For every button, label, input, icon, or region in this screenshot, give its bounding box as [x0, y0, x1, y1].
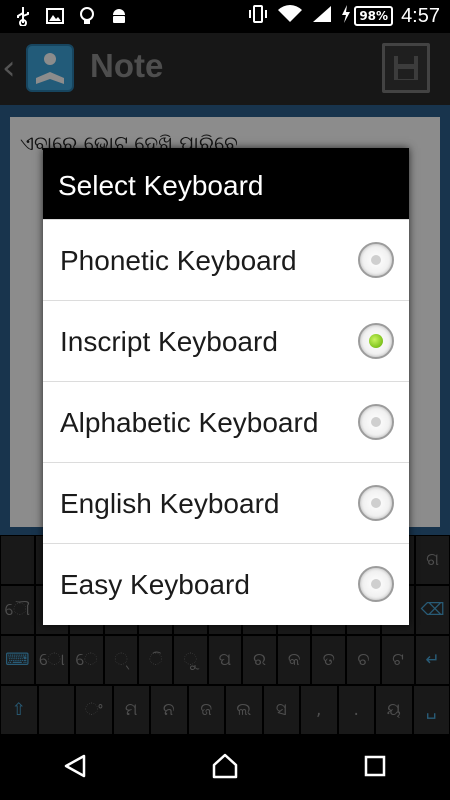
- option-label: Alphabetic Keyboard: [60, 407, 319, 438]
- radio-button[interactable]: [358, 242, 394, 278]
- option-label: Easy Keyboard: [60, 569, 250, 600]
- wifi-icon: [277, 4, 303, 28]
- signal-icon: [311, 4, 333, 28]
- notification-icons: [14, 6, 128, 27]
- radio-button[interactable]: [358, 404, 394, 440]
- status-bar: 98% 4:57: [0, 0, 450, 33]
- usb-icon: [14, 6, 32, 27]
- home-icon: [211, 752, 239, 784]
- option-english-keyboard[interactable]: English Keyboard: [43, 462, 409, 543]
- select-keyboard-dialog: Select Keyboard Phonetic Keyboard Inscri…: [43, 148, 409, 625]
- option-label: English Keyboard: [60, 488, 280, 519]
- recents-button[interactable]: [355, 748, 395, 788]
- android-icon: [110, 6, 128, 26]
- navigation-bar: [0, 735, 450, 800]
- option-label: Phonetic Keyboard: [60, 245, 297, 276]
- system-status: 98% 4:57: [247, 4, 440, 28]
- dialog-title: Select Keyboard: [43, 148, 409, 219]
- battery-indicator: 98%: [341, 5, 394, 27]
- option-inscript-keyboard[interactable]: Inscript Keyboard: [43, 300, 409, 381]
- option-easy-keyboard[interactable]: Easy Keyboard: [43, 543, 409, 624]
- vibrate-icon: [247, 4, 269, 28]
- recents-square-icon: [363, 754, 387, 782]
- image-icon: [46, 6, 64, 26]
- radio-button[interactable]: [358, 566, 394, 602]
- battery-percent: 98%: [354, 6, 394, 26]
- clock: 4:57: [401, 4, 440, 27]
- lightbulb-icon: [78, 6, 96, 26]
- radio-button[interactable]: [358, 485, 394, 521]
- home-button[interactable]: [205, 748, 245, 788]
- charging-icon: [341, 5, 351, 27]
- radio-button-selected[interactable]: [358, 323, 394, 359]
- back-triangle-icon: [62, 753, 88, 783]
- option-alphabetic-keyboard[interactable]: Alphabetic Keyboard: [43, 381, 409, 462]
- option-label: Inscript Keyboard: [60, 326, 278, 357]
- option-phonetic-keyboard[interactable]: Phonetic Keyboard: [43, 219, 409, 300]
- back-button[interactable]: [55, 748, 95, 788]
